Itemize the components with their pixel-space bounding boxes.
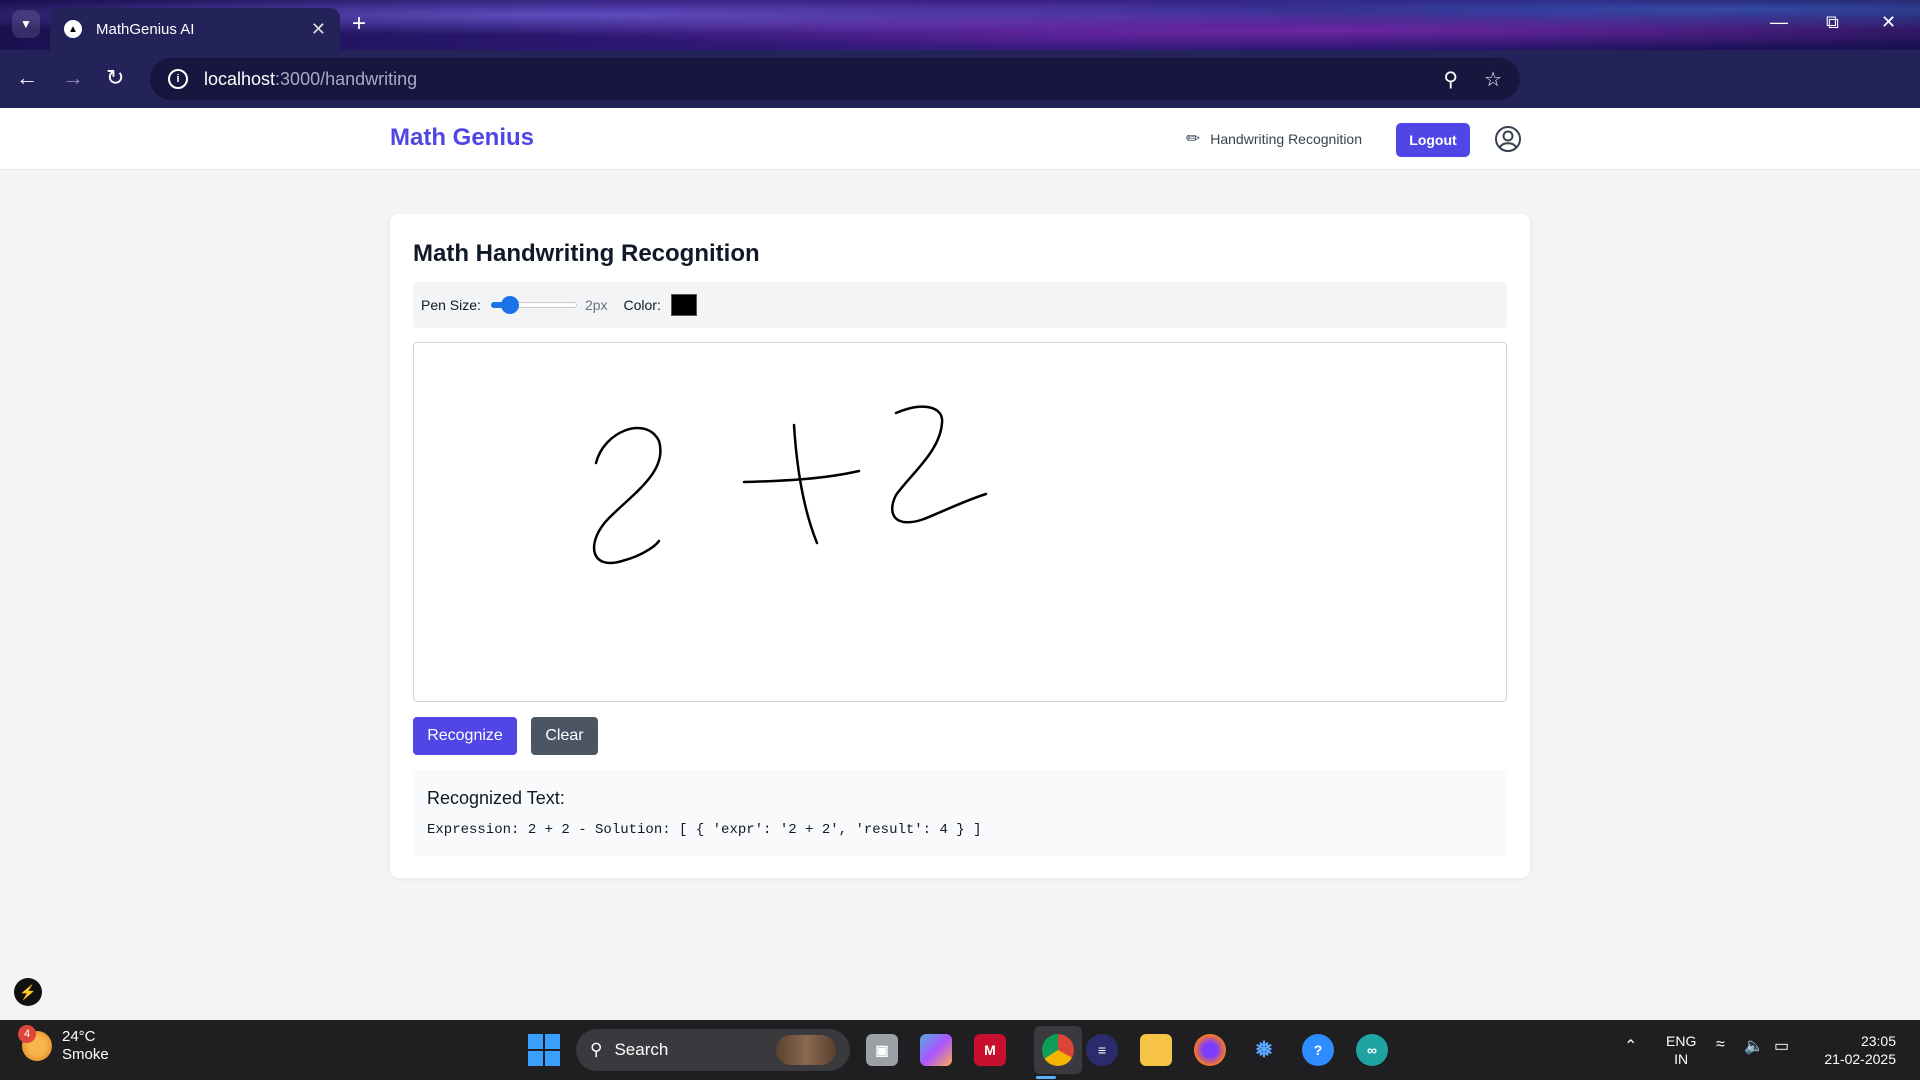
- tab-search-button[interactable]: ▼: [12, 10, 40, 38]
- stroke-digit-2-first: [592, 426, 662, 565]
- system-clock[interactable]: 23:05 21-02-2025: [1816, 1032, 1896, 1068]
- pen-controls: Pen Size: 2px Color:: [413, 282, 1507, 328]
- windows-taskbar: 4 24°C Smoke ⚲ Search ▣ M ≡ ❅ ? ∞ ⌃ ENG …: [0, 1020, 1920, 1080]
- tab-favicon-icon: ▲: [64, 20, 82, 38]
- url-host: localhost: [204, 68, 276, 89]
- weather-badge: 4: [18, 1025, 36, 1043]
- stroke-digit-2-second: [891, 405, 988, 524]
- taskbar-search-label: Search: [614, 1040, 669, 1059]
- weather-widget[interactable]: 4 24°C Smoke: [18, 1025, 109, 1064]
- eclipse-icon[interactable]: ≡: [1086, 1034, 1118, 1066]
- lang-line1: ENG: [1666, 1033, 1697, 1049]
- slider-thumb[interactable]: [500, 296, 519, 314]
- clock-date: 21-02-2025: [1824, 1051, 1896, 1067]
- result-title: Recognized Text:: [427, 788, 565, 808]
- lang-line2: IN: [1674, 1051, 1689, 1067]
- pencil-icon: ✏: [1186, 129, 1201, 148]
- vscodium-icon[interactable]: ❅: [1248, 1034, 1280, 1066]
- search-highlight-image: [776, 1035, 836, 1065]
- file-explorer-icon[interactable]: [1140, 1034, 1172, 1066]
- color-label: Color:: [623, 297, 661, 313]
- tab-close-icon[interactable]: ✕: [311, 19, 326, 40]
- brand-logo[interactable]: Math Genius: [390, 124, 534, 152]
- stroke-plus-vertical: [792, 423, 819, 545]
- pen-size-label: Pen Size:: [421, 297, 481, 313]
- dev-tools-bolt-icon[interactable]: ⚡: [14, 978, 42, 1006]
- help-icon[interactable]: ?: [1302, 1034, 1334, 1066]
- recognize-button[interactable]: Recognize: [413, 717, 517, 755]
- arduino-icon[interactable]: ∞: [1356, 1034, 1388, 1066]
- weather-condition: Smoke: [62, 1046, 109, 1063]
- clock-time: 23:05: [1860, 1033, 1896, 1049]
- input-language[interactable]: ENG IN: [1666, 1032, 1696, 1068]
- pen-size-value: 2px: [584, 297, 608, 313]
- url-path: :3000/handwriting: [275, 68, 418, 89]
- browser-titlebar: ▼ ▲ MathGenius AI ✕ + — ⧉ ✕: [0, 0, 1920, 50]
- nav-link-label: Handwriting Recognition: [1210, 131, 1363, 147]
- browser-tab[interactable]: ▲ MathGenius AI ✕: [50, 8, 340, 50]
- site-info-icon[interactable]: i: [168, 69, 188, 89]
- zoom-icon[interactable]: ⚲: [1443, 67, 1458, 92]
- start-windows-icon[interactable]: [528, 1034, 560, 1066]
- nav-handwriting-recognition[interactable]: ✏ Handwriting Recognition: [1186, 129, 1362, 149]
- page-title: Math Handwriting Recognition: [413, 240, 760, 267]
- address-bar[interactable]: i localhost:3000/handwriting ⚲ ☆: [150, 58, 1520, 100]
- new-tab-icon[interactable]: +: [352, 12, 366, 36]
- recognition-card: Math Handwriting Recognition Pen Size: 2…: [390, 214, 1530, 878]
- stroke-plus-horizontal: [742, 469, 861, 484]
- browser-toolbar: ← → ↻ i localhost:3000/handwriting ⚲ ☆ ▦…: [0, 50, 1920, 144]
- firefox-icon[interactable]: [1194, 1034, 1226, 1066]
- clear-button[interactable]: Clear: [531, 717, 598, 755]
- result-text: Expression: 2 + 2 - Solution: [ { 'expr'…: [427, 822, 982, 838]
- wifi-icon[interactable]: ≈: [1716, 1036, 1725, 1054]
- weather-sun-icon: 4: [18, 1025, 52, 1061]
- pen-color-picker[interactable]: [670, 294, 697, 316]
- task-view-icon[interactable]: ▣: [866, 1034, 898, 1066]
- handwriting-strokes: [592, 405, 988, 565]
- reload-icon[interactable]: ↻: [106, 66, 124, 90]
- temperature: 24°C: [62, 1028, 96, 1045]
- app-header: Math Genius ✏ Handwriting Recognition Lo…: [0, 108, 1920, 170]
- tray-expand-icon[interactable]: ⌃: [1624, 1036, 1637, 1056]
- mcafee-icon[interactable]: M: [974, 1034, 1006, 1066]
- battery-icon[interactable]: ▭: [1774, 1036, 1789, 1056]
- tab-title: MathGenius AI: [96, 20, 195, 38]
- logout-button[interactable]: Logout: [1396, 123, 1470, 157]
- back-icon[interactable]: ←: [16, 66, 38, 90]
- drawing-canvas[interactable]: [413, 342, 1507, 702]
- forward-icon[interactable]: →: [62, 66, 84, 90]
- window-close-icon[interactable]: ✕: [1881, 12, 1896, 33]
- user-account-icon[interactable]: [1494, 125, 1522, 153]
- chrome-icon[interactable]: [1042, 1034, 1074, 1066]
- bookmark-star-icon[interactable]: ☆: [1484, 67, 1502, 92]
- volume-icon[interactable]: 🔈: [1744, 1036, 1764, 1056]
- taskbar-search[interactable]: ⚲ Search: [576, 1029, 850, 1071]
- pen-size-slider[interactable]: [490, 296, 577, 314]
- minimize-icon[interactable]: —: [1770, 12, 1788, 33]
- search-icon: ⚲: [590, 1040, 603, 1059]
- restore-icon[interactable]: ⧉: [1826, 12, 1839, 33]
- copilot-icon[interactable]: [920, 1034, 952, 1066]
- result-panel: Recognized Text: Expression: 2 + 2 - Sol…: [413, 770, 1507, 856]
- chrome-running-indicator: [1036, 1076, 1056, 1079]
